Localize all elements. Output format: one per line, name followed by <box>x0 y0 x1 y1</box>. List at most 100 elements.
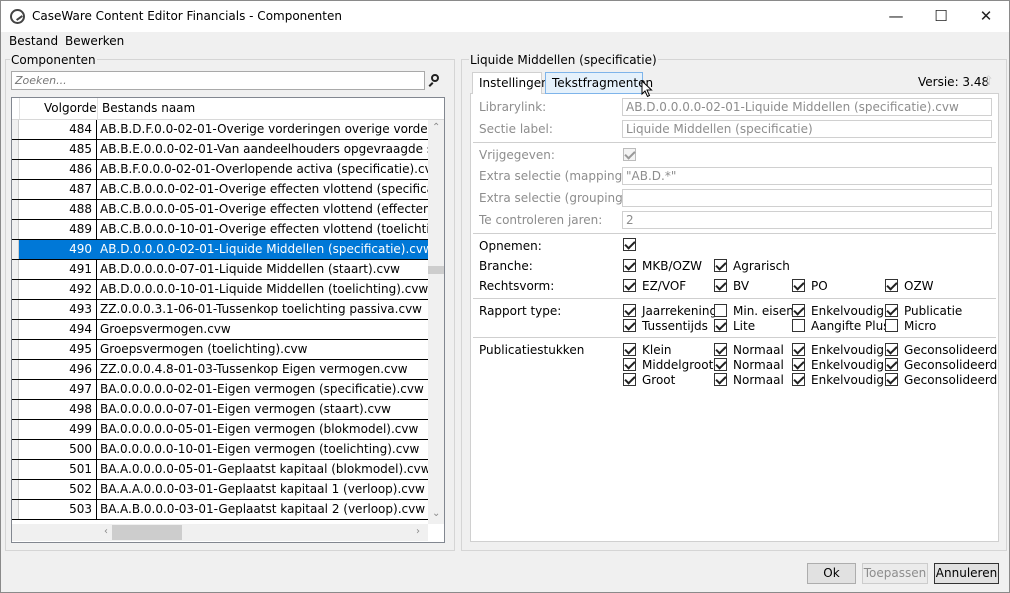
rechtsvorm-ez-checkbox[interactable] <box>623 279 636 292</box>
row-selector[interactable] <box>12 340 19 359</box>
row-volgorde: 488 <box>19 200 97 219</box>
header-bestandsnaam[interactable]: Bestands naam <box>98 98 428 119</box>
publicatie-checkbox[interactable] <box>792 373 805 386</box>
row-selector[interactable] <box>12 420 19 439</box>
row-selector[interactable] <box>12 220 19 239</box>
publicatie-checkbox[interactable] <box>714 373 727 386</box>
table-row[interactable]: 485 AB.B.E.0.0.0-02-01-Van aandeelhouders… <box>12 140 428 160</box>
scroll-up-icon[interactable]: ⌃ <box>432 122 440 134</box>
toepassen-button[interactable]: Toepassen <box>862 563 928 584</box>
table-row[interactable]: 487 AB.C.B.0.0.0-02-01-Overige effecten v… <box>12 180 428 200</box>
table-row[interactable]: 496 ZZ.0.0.0.4.8-01-03-Tussenkop Eigen ve… <box>12 360 428 380</box>
librarylink-field[interactable]: AB.D.0.0.0.0-02-01-Liquide Middellen (sp… <box>622 98 992 116</box>
maximize-button[interactable]: ☐ <box>918 1 964 32</box>
table-row[interactable]: 502 BA.A.A.0.0.0-03-01-Geplaatst kapitaal… <box>12 480 428 500</box>
row-selector[interactable] <box>12 160 19 179</box>
rechtsvorm-po-checkbox[interactable] <box>792 279 805 292</box>
table-row[interactable]: 503 BA.A.B.0.0.0-03-01-Geplaatst kapitaal… <box>12 500 428 520</box>
jaren-field[interactable]: 2 <box>622 211 992 229</box>
vertical-scrollbar[interactable]: ⌃ ⌄ <box>428 120 444 524</box>
branche-mkb-checkbox[interactable] <box>623 259 636 272</box>
row-bestandsnaam: ZZ.0.0.0.4.8-01-03-Tussenkop Eigen vermo… <box>100 362 408 376</box>
header-volgorde[interactable]: Volgorde <box>40 98 98 119</box>
row-selector[interactable] <box>12 260 19 279</box>
table-row[interactable]: 497 BA.0.0.0.0.0-02-01-Eigen vermogen (sp… <box>12 380 428 400</box>
table-row[interactable]: 492 AB.D.0.0.0.0-10-01-Liquide Middellen … <box>12 280 428 300</box>
sectie-field[interactable]: Liquide Middellen (specificatie) <box>622 120 992 138</box>
publicatie-checkbox[interactable] <box>714 343 727 356</box>
row-selector[interactable] <box>12 360 19 379</box>
publicatie-checkbox[interactable] <box>792 358 805 371</box>
rapport-tussentijds-checkbox[interactable] <box>623 319 636 332</box>
row-selector[interactable] <box>12 200 19 219</box>
vertical-scroll-thumb[interactable] <box>428 266 444 274</box>
row-selector[interactable] <box>12 500 19 519</box>
table-row[interactable]: 491 AB.D.0.0.0.0-07-01-Liquide Middellen … <box>12 260 428 280</box>
search-input[interactable]: Zoeken... <box>11 71 425 90</box>
row-selector[interactable] <box>12 280 19 299</box>
rapport-micro-checkbox[interactable] <box>885 319 898 332</box>
menu-bewerken[interactable]: Bewerken <box>65 34 124 48</box>
horizontal-scrollbar[interactable]: ‹ › <box>12 524 428 541</box>
table-row[interactable]: 484 AB.B.D.F.0.0-02-01-Overige vorderinge… <box>12 120 428 140</box>
publicatie-checkbox[interactable] <box>792 343 805 356</box>
window-title: CaseWare Content Editor Financials - Com… <box>32 9 342 23</box>
table-row[interactable]: 498 BA.0.0.0.0.0-07-01-Eigen vermogen (st… <box>12 400 428 420</box>
rapport-min-eisen-checkbox[interactable] <box>714 304 727 317</box>
table-row[interactable]: 490 AB.D.0.0.0.0-02-01-Liquide Middellen … <box>12 240 428 260</box>
publicatie-checkbox[interactable] <box>623 373 636 386</box>
publicatie-checkbox[interactable] <box>623 358 636 371</box>
table-row[interactable]: 495 Groepsvermogen (toelichting).cvw <box>12 340 428 360</box>
rapport-lite-checkbox[interactable] <box>714 319 727 332</box>
row-selector[interactable] <box>12 240 19 259</box>
branche-agrarisch-checkbox[interactable] <box>714 259 727 272</box>
row-selector[interactable] <box>12 300 19 319</box>
vrijgegeven-checkbox[interactable] <box>623 148 636 161</box>
menu-bestand[interactable]: Bestand <box>9 34 58 48</box>
scroll-left-icon[interactable]: ‹ <box>104 526 108 538</box>
scroll-down-icon[interactable]: ⌄ <box>432 508 440 520</box>
tab-tekstfragmenten[interactable]: Tekstfragmenten <box>545 72 653 94</box>
extra-mappings-field[interactable]: "AB.D.*" <box>622 167 992 185</box>
tab-instellingen[interactable]: Instellingen <box>472 72 549 94</box>
extra-grouping-field[interactable] <box>622 189 992 207</box>
row-selector[interactable] <box>12 460 19 479</box>
minimize-button[interactable]: — <box>873 1 919 32</box>
search-icon[interactable] <box>428 73 441 87</box>
publicatie-checkbox[interactable] <box>885 358 898 371</box>
annuleren-button[interactable]: Annuleren <box>934 563 999 584</box>
rechtsvorm-bv-checkbox[interactable] <box>714 279 727 292</box>
version-up-icon[interactable]: ⇧ <box>983 74 994 89</box>
ok-button[interactable]: Ok <box>807 563 856 584</box>
table-row[interactable]: 489 AB.C.B.0.0.0-10-01-Overige effecten v… <box>12 220 428 240</box>
table-row[interactable]: 493 ZZ.0.0.0.3.1-06-01-Tussenkop toelicht… <box>12 300 428 320</box>
close-button[interactable]: ✕ <box>963 1 1009 32</box>
rechtsvorm-ozw-checkbox[interactable] <box>885 279 898 292</box>
row-selector[interactable] <box>12 380 19 399</box>
table-row[interactable]: 486 AB.B.F.0.0.0-02-01-Overlopende activa… <box>12 160 428 180</box>
publicatiestukken-label: Publicatiestukken <box>479 343 585 357</box>
rapport-jaarrekening-checkbox[interactable] <box>623 304 636 317</box>
publicatie-checkbox[interactable] <box>885 373 898 386</box>
publicatie-checkbox[interactable] <box>623 343 636 356</box>
row-selector[interactable] <box>12 320 19 339</box>
row-selector[interactable] <box>12 180 19 199</box>
row-selector[interactable] <box>12 140 19 159</box>
horizontal-scroll-thumb[interactable] <box>112 525 182 540</box>
scroll-right-icon[interactable]: › <box>416 526 420 538</box>
table-row[interactable]: 499 BA.0.0.0.0.0-05-01-Eigen vermogen (bl… <box>12 420 428 440</box>
opnemen-checkbox[interactable] <box>623 238 636 251</box>
row-selector[interactable] <box>12 120 19 139</box>
table-row[interactable]: 501 BA.A.0.0.0.0-05-01-Geplaatst kapitaal… <box>12 460 428 480</box>
publicatie-checkbox[interactable] <box>885 343 898 356</box>
rapport-enkelvoudig-checkbox[interactable] <box>792 304 805 317</box>
table-row[interactable]: 500 BA.0.0.0.0.0-10-01-Eigen vermogen (to… <box>12 440 428 460</box>
row-selector[interactable] <box>12 440 19 459</box>
table-row[interactable]: 494 Groepsvermogen.cvw <box>12 320 428 340</box>
publicatie-checkbox[interactable] <box>714 358 727 371</box>
row-selector[interactable] <box>12 480 19 499</box>
table-row[interactable]: 488 AB.C.B.0.0.0-05-01-Overige effecten v… <box>12 200 428 220</box>
rapport-aangifte-plus-checkbox[interactable] <box>792 319 805 332</box>
rapport-publicatie-checkbox[interactable] <box>885 304 898 317</box>
row-selector[interactable] <box>12 400 19 419</box>
